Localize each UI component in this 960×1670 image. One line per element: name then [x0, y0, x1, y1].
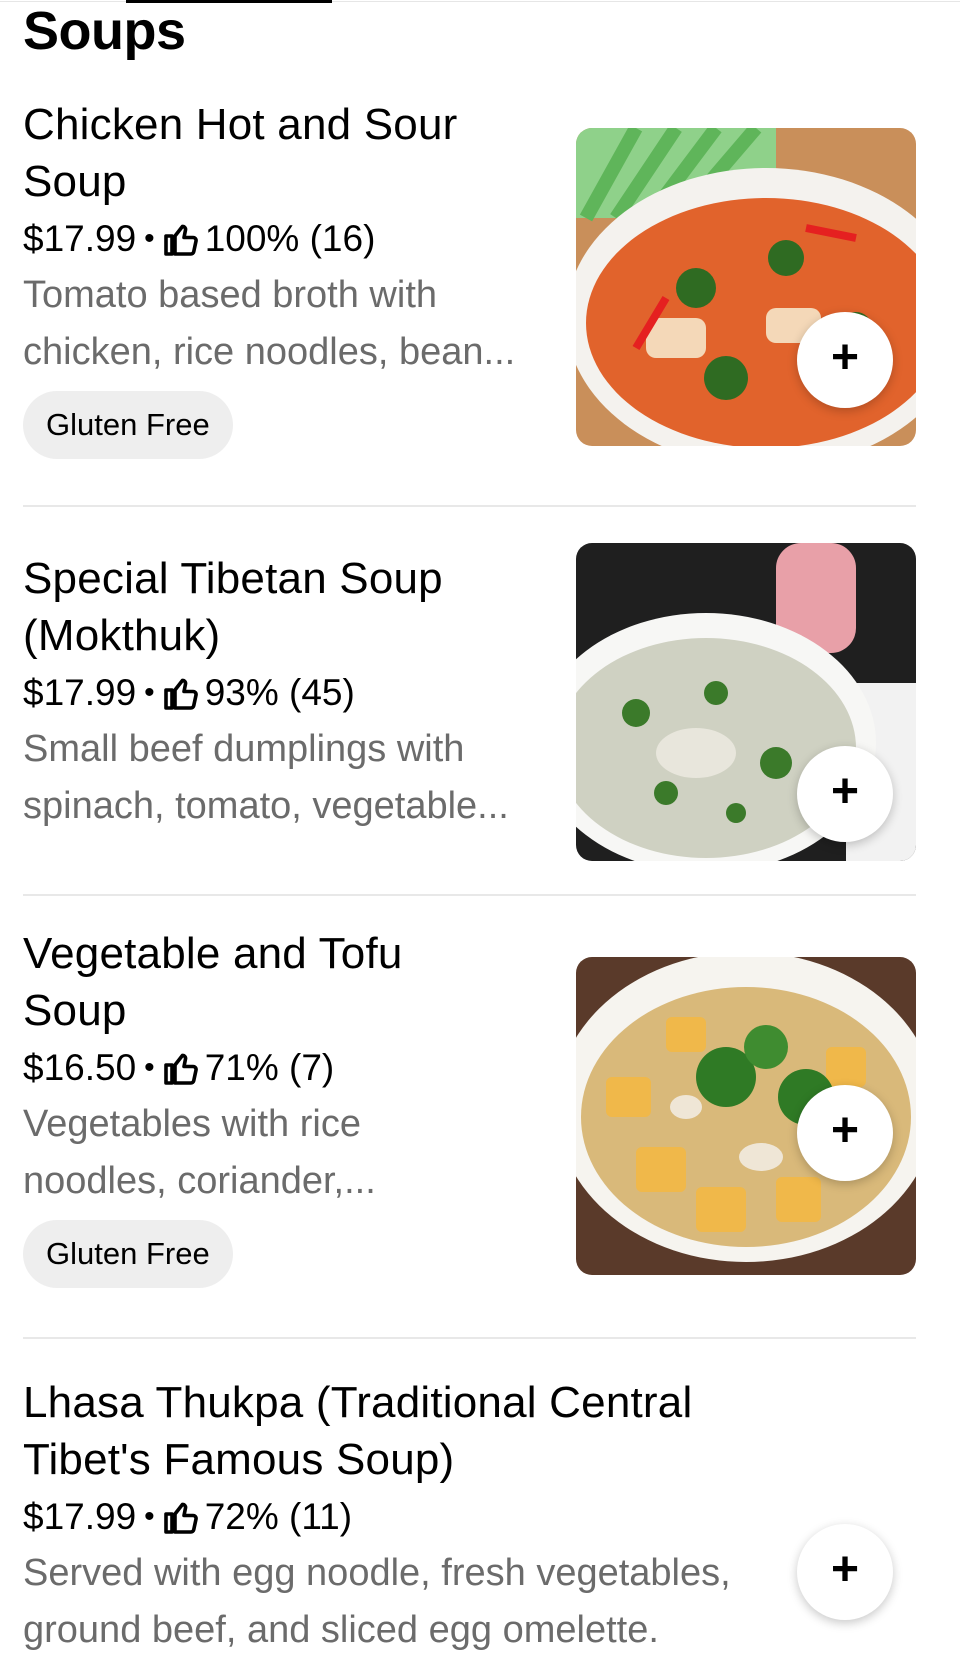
plus-icon: +: [830, 331, 860, 384]
gluten-free-badge: Gluten Free: [23, 1220, 233, 1288]
item-divider: [23, 1337, 916, 1339]
item-price: $16.50: [23, 1047, 137, 1088]
item-name: Chicken Hot and Sour Soup: [23, 100, 458, 206]
item-rating: 71% (7): [204, 1047, 335, 1088]
price-separator: •: [144, 676, 155, 709]
thumbs-up-icon: [163, 224, 198, 256]
item-price: $17.99: [23, 1496, 137, 1537]
price-row: $17.99 • 93% (45): [23, 664, 543, 721]
price-row: $16.50 • 71% (7): [23, 1039, 543, 1096]
item-price: $17.99: [23, 218, 137, 259]
price-separator: •: [144, 1051, 155, 1084]
plus-icon: +: [830, 765, 860, 818]
plus-icon: +: [830, 1104, 860, 1157]
thumbs-up-icon: [163, 1502, 198, 1534]
section-title: Soups: [23, 1, 186, 61]
add-to-cart-button[interactable]: +: [797, 312, 893, 408]
price-separator: •: [144, 1500, 155, 1533]
thumbs-up-icon: [163, 678, 198, 710]
price-separator: •: [144, 222, 155, 255]
item-price: $17.99: [23, 672, 137, 713]
add-to-cart-button[interactable]: +: [797, 1085, 893, 1181]
item-description: Served with egg noodle, fresh vegetables…: [23, 1552, 731, 1651]
price-row: $17.99 • 72% (11): [23, 1488, 803, 1545]
thumbs-up-icon: [163, 1053, 198, 1085]
item-description: Small beef dumplings with spinach, tomat…: [23, 728, 509, 827]
item-name: Lhasa Thukpa (Traditional Central Tibet'…: [23, 1378, 693, 1484]
item-divider: [23, 505, 916, 507]
plus-icon: +: [830, 1543, 860, 1596]
item-rating: 93% (45): [204, 672, 355, 713]
item-name: Special Tibetan Soup (Mokthuk): [23, 554, 443, 660]
item-description: Vegetables with rice noodles, coriander,…: [23, 1103, 376, 1202]
add-to-cart-button[interactable]: +: [797, 746, 893, 842]
item-rating: 72% (11): [204, 1496, 353, 1537]
item-description: Tomato based broth with chicken, rice no…: [23, 274, 516, 373]
item-rating: 100% (16): [204, 218, 376, 259]
item-name: Vegetable and Tofu Soup: [23, 929, 403, 1035]
price-row: $17.99 • 100% (16): [23, 210, 543, 267]
item-divider: [23, 894, 916, 896]
add-to-cart-button[interactable]: +: [797, 1524, 893, 1620]
gluten-free-badge: Gluten Free: [23, 391, 233, 459]
